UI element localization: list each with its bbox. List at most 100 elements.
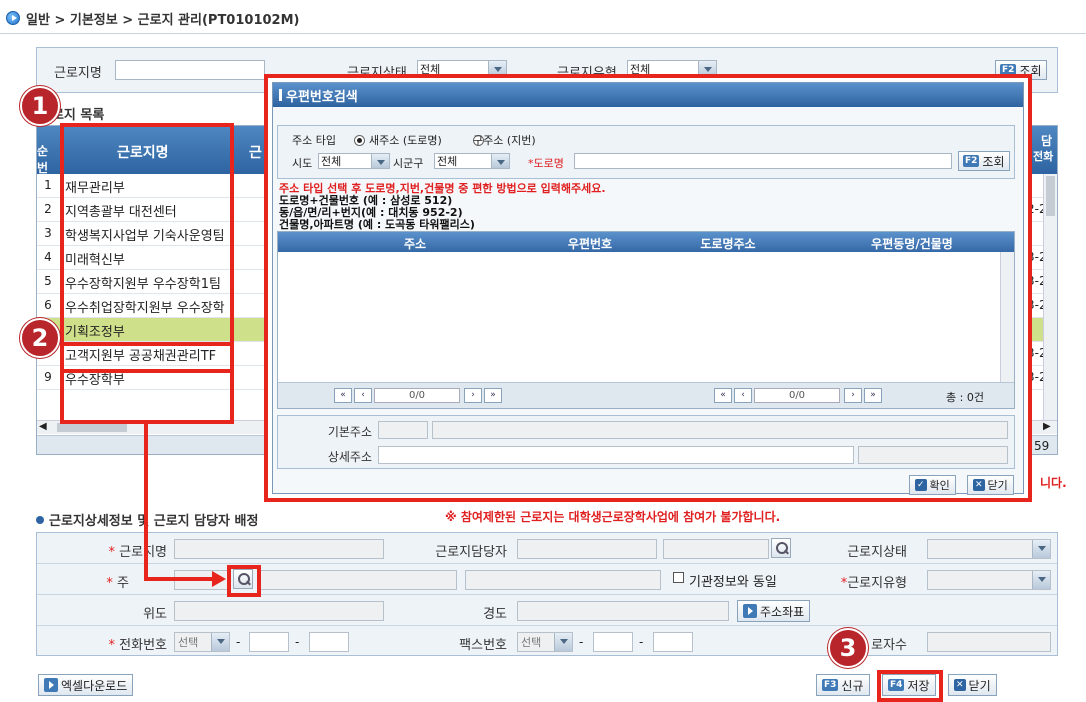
scroll-right-icon[interactable]: ▶ [1043,421,1051,432]
phone-label: * 전화번호 [108,638,167,653]
excel-download-button[interactable]: 엑셀다운로드 [38,674,134,696]
phone-middle-field[interactable] [249,632,289,652]
form-row-4: * 전화번호 선택 - - 팩스번호 선택 - - 로자수 [37,626,1057,657]
col-address-header: 주소 [403,237,427,251]
page-indicator-right[interactable]: 0/0 [754,388,840,403]
warning-text-fragment: 니다. [1040,476,1067,490]
scroll-thumb[interactable] [57,423,127,432]
scroll-thumb[interactable] [1046,176,1055,216]
latitude-label: 위도 [143,607,167,622]
next-page-icon[interactable]: › [464,388,482,403]
last-page-icon[interactable]: » [484,388,502,403]
popup-footer: ✓ 확인 ✕ 닫기 [273,475,1023,495]
manager-label: 근로지담당자 [435,545,507,560]
longitude-field[interactable] [517,601,729,621]
workers-count-field[interactable] [927,632,1051,652]
manager-search-icon[interactable] [771,538,791,558]
popup-search-panel: 주소 타입 새주소 (도로명) 구주소 (지번) 시도 전체 시군구 전체 *도… [277,125,1015,179]
last-page-icon[interactable]: » [864,388,882,403]
addr-type-new-label: 새주소 (도로명) [369,134,442,147]
col-right-header-top: 담 [1041,134,1053,148]
popup-search-button[interactable]: F2 조회 [958,151,1010,171]
prev-page-icon[interactable]: ‹ [734,388,752,403]
address-label-text: 주 [117,576,129,591]
arrow-right-icon [212,571,226,587]
col-partial-header: 근 [249,145,262,161]
basic-address-row: 기본주소 [278,418,1014,442]
same-as-org-checkbox[interactable] [673,572,684,583]
workplace-type-label-text: 근로지유형 [847,576,907,591]
f3-key-icon: F3 [822,679,839,691]
workplace-type-label: *근로지유형 [840,576,907,591]
fax-last-field[interactable] [653,632,693,652]
workplace-name-field[interactable] [174,539,384,559]
latitude-field[interactable] [174,601,384,621]
detail-form: * 근로지명 근로지담당자 근로지상태 * 주 기관정보와 동일 *근로지유형 … [36,532,1058,656]
basic-address-field[interactable] [432,421,1008,439]
first-page-icon[interactable]: « [714,388,732,403]
fax-middle-field[interactable] [593,632,633,652]
row-count: 59건 [1034,439,1050,453]
close-button-label: 닫기 [968,678,991,693]
road-name-input[interactable] [574,153,952,169]
result-table-header: 주소 우편번호 도로명주소 우편동명/건물명 [278,232,1014,252]
phone-area-select[interactable]: 선택 [174,632,230,652]
col-no-header: 순번 [37,144,49,175]
address-detail-field[interactable] [465,570,661,590]
arrow-right-icon [743,604,757,618]
new-button[interactable]: F3 신규 [816,674,870,696]
step-badge-3: 3 [828,628,868,668]
step-badge-2: 2 [20,318,60,358]
detail-address-field[interactable] [378,446,854,464]
phone-last-field[interactable] [309,632,349,652]
prev-page-icon[interactable]: ‹ [354,388,372,403]
sigungu-select[interactable]: 전체 [434,153,510,169]
workplace-type-select[interactable] [927,570,1051,590]
annotation-connector [144,577,214,581]
guide-line: 건물명,아파트명 (예 : 도곡동 타워팰리스) [279,218,475,231]
popup-title: 우편번호검색 [286,89,358,105]
search-name-label: 근로지명 [54,66,102,81]
detail-address-extra-field[interactable] [858,446,1008,464]
next-page-icon[interactable]: › [844,388,862,403]
scroll-left-icon[interactable]: ◀ [39,421,47,432]
address-field[interactable] [257,570,457,590]
search-name-input[interactable] [115,60,265,80]
vertical-scrollbar[interactable] [1043,174,1057,420]
row-no: 3 [44,226,52,240]
first-page-icon[interactable]: « [334,388,352,403]
step-badge-1: 1 [20,86,60,126]
workplace-status-select[interactable] [927,539,1051,559]
dash: - [579,635,584,649]
same-as-org-label: 기관정보와 동일 [689,575,777,590]
row-no: 2 [44,202,52,216]
highlight-zip-search [227,565,261,597]
participation-warning: ※ 참여제한된 근로지는 대학생근로장학사업에 참여가 불가합니다. [445,510,781,524]
dash: - [639,635,644,649]
addr-type-new-radio[interactable] [354,135,365,146]
manager-name-field[interactable] [663,539,769,559]
sido-select[interactable]: 전체 [318,153,390,169]
sido-value: 전체 [321,155,342,168]
row-no: 4 [44,250,52,264]
address-coordinate-button[interactable]: 주소좌표 [737,600,811,622]
fax-area-value: 선택 [521,636,542,649]
check-icon: ✓ [915,479,927,491]
manager-field[interactable] [517,539,657,559]
page-indicator-left[interactable]: 0/0 [374,388,460,403]
form-row-3: 위도 경도 주소좌표 [37,595,1057,626]
close-button[interactable]: ✕ 닫기 [948,674,997,696]
workplace-name-label: * 근로지명 [57,541,167,560]
fax-area-select[interactable]: 선택 [517,632,573,652]
chevron-down-icon [1032,571,1050,589]
popup-ok-button[interactable]: ✓ 확인 [909,475,956,495]
form-row-1: * 근로지명 근로지담당자 근로지상태 [37,533,1057,564]
breadcrumb: 일반 > 기본정보 > 근로지 관리(PT010102M) [6,7,299,29]
popup-close-button[interactable]: ✕ 닫기 [967,475,1014,495]
basic-zip-field[interactable] [378,421,428,439]
dash: - [236,635,241,649]
result-pager: « ‹ 0/0 › » « ‹ 0/0 › » 총 : 0건 [278,382,1014,408]
vertical-scrollbar[interactable] [1000,252,1014,382]
f2-key-icon: F2 [963,155,980,167]
longitude-label: 경도 [483,607,507,622]
